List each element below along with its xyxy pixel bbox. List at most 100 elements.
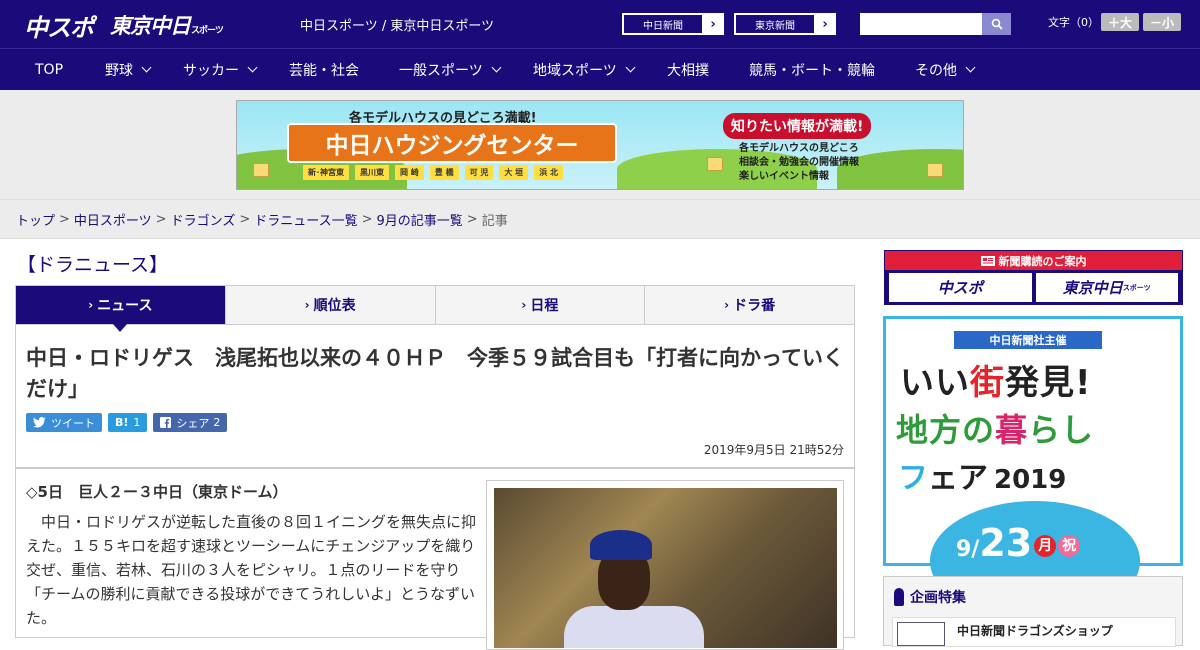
nav-label: 芸能・社会 (289, 62, 359, 79)
hatena-count: 1 (133, 416, 141, 429)
breadcrumb-current: 記事 (481, 213, 508, 229)
breadcrumb-link[interactable]: トップ (16, 210, 55, 229)
chevron-right-icon: › (304, 298, 310, 312)
nav-item-baseball[interactable]: 野球 (105, 49, 152, 90)
feature-thumbnail (897, 622, 945, 646)
facebook-share-button[interactable]: シェア 2 (153, 413, 228, 432)
chevron-right-icon: › (521, 298, 527, 312)
facebook-share-label: シェア (176, 416, 210, 430)
tab-label: 日程 (530, 298, 559, 314)
ad-text: 暮 (995, 411, 1029, 449)
chevron-right-icon: › (822, 16, 828, 32)
font-size-increase-button[interactable]: ＋大 (1101, 13, 1139, 31)
ad-text: ェア (928, 461, 988, 496)
nav-item-soccer[interactable]: サッカー (183, 49, 258, 90)
ad-headline-line1: いい街発見! (900, 355, 1092, 404)
tab-label: 順位表 (313, 298, 356, 314)
nav-label: サッカー (183, 62, 239, 79)
subscribe-tokyo-chunichi-logo: 東京中日 (1062, 279, 1123, 297)
nav-item-other[interactable]: その他 (915, 49, 976, 90)
tab-dragons-reporter[interactable]: › ドラ番 (645, 286, 854, 324)
article-header: 中日・ロドリゲス 浅尾拓也以来の４０ＨＰ 今季５９試合目も「打者に向かっていくだ… (15, 325, 855, 468)
chuspo-logo[interactable]: 中スポ (24, 8, 94, 43)
ad-town: 大 垣 (499, 165, 529, 180)
breadcrumb-separator: > (466, 211, 478, 227)
subscription-box: 新聞購読のご案内 中スポ 東京中日 スポーツ (884, 250, 1183, 305)
ad-main-title: 中日ハウジングセンター (287, 123, 617, 163)
subscription-header-label: 新聞購読のご案内 (998, 254, 1087, 268)
search-input[interactable] (860, 13, 982, 35)
feature-item-label: 中日新聞ドラゴンズショップ (957, 624, 1113, 638)
main-nav: TOP 野球 サッカー 芸能・社会 一般スポーツ 地域スポーツ 大相撲 競馬・ボ… (0, 48, 1200, 90)
subscribe-tokyo-chunichi-button[interactable]: 東京中日 スポーツ (1035, 273, 1178, 302)
tweet-button[interactable]: ツイート (26, 413, 102, 432)
feature-item[interactable]: 中日新聞ドラゴンズショップ (892, 617, 1176, 647)
ad-date-weekday: 月 (1034, 535, 1057, 557)
housing-center-ad[interactable]: 各モデルハウスの見どころ満載! 中日ハウジングセンター 新･神宮東 黒川東 岡 … (236, 100, 964, 190)
ad-town: 浜 北 (534, 165, 563, 180)
ad-town: 新･神宮東 (303, 165, 349, 180)
hatena-icon: B! (115, 416, 129, 429)
font-size-decrease-button[interactable]: －小 (1143, 13, 1181, 31)
tokyo-chunichi-logo[interactable]: 東京中日スポーツ (110, 10, 224, 40)
chevron-right-icon: › (88, 298, 94, 312)
article-photo[interactable] (494, 488, 837, 648)
ad-town: 可 児 (464, 165, 494, 180)
ad-date-month: 9/ (956, 537, 980, 562)
ad-town: 岡 崎 (395, 165, 424, 180)
breadcrumb-link[interactable]: 中日スポーツ (74, 210, 152, 229)
publish-date: 2019年9月5日 21時52分 (703, 443, 844, 457)
tab-standings[interactable]: › 順位表 (226, 286, 436, 324)
search-icon (991, 18, 1003, 30)
tab-schedule[interactable]: › 日程 (436, 286, 646, 324)
chevron-down-icon (491, 62, 502, 73)
town-discovery-fair-ad[interactable]: 中日新聞社主催 いい街発見! 地方の暮らし フェア 2019 9/23 月祝 (883, 316, 1183, 621)
nav-label: その他 (915, 62, 957, 79)
ad-town: 豊 橋 (429, 165, 459, 180)
chevron-down-icon (141, 62, 152, 73)
section-title: 【ドラニュース】 (17, 254, 169, 276)
tab-news[interactable]: › ニュース (16, 286, 226, 332)
top-header: 中スポ 東京中日スポーツ 中日スポーツ / 東京中日スポーツ 中日新聞 › 東京… (0, 0, 1200, 48)
hatena-bookmark-button[interactable]: B! 1 (108, 413, 148, 432)
breadcrumb-link[interactable]: ドラゴンズ (171, 210, 236, 229)
house-icon (253, 163, 269, 177)
breadcrumb-link[interactable]: ドラニュース一覧 (254, 210, 357, 229)
article-body: ◇5日 巨人２ー３中日（東京ドーム） 中日・ロドリゲスが逆転した直後の８回１イニ… (15, 468, 855, 650)
nav-label: 一般スポーツ (399, 62, 483, 79)
nav-item-local-sports[interactable]: 地域スポーツ (533, 49, 636, 90)
breadcrumb-link[interactable]: 9月の記事一覧 (377, 210, 463, 229)
ad-date-day: 23 (979, 521, 1033, 565)
ad-right-line: 各モデルハウスの見どころ (739, 143, 859, 154)
pin-icon (894, 588, 904, 606)
ad-headline-line2: 地方の暮らし (896, 405, 1094, 451)
nav-item-sumo[interactable]: 大相撲 (667, 49, 709, 90)
tweet-label: ツイート (51, 416, 95, 430)
chunichi-shimbun-link[interactable]: 中日新聞 › (622, 13, 724, 35)
ad-headline-line3: フェア 2019 (898, 453, 1066, 497)
ad-text: 街 (970, 363, 1005, 403)
chevron-right-icon: › (710, 16, 716, 32)
ad-year: 2019 (994, 465, 1067, 495)
article-body-text: 中日・ロドリゲスが逆転した直後の８回１イニングを無失点に抑えた。１５５キロを超す… (26, 513, 477, 627)
search-button[interactable] (982, 13, 1011, 35)
font-size-label: 文字（0） (1048, 16, 1099, 29)
tokyo-shimbun-link[interactable]: 東京新聞 › (734, 13, 836, 35)
nav-label: 大相撲 (667, 62, 709, 79)
banner-area: 各モデルハウスの見どころ満載! 中日ハウジングセンター 新･神宮東 黒川東 岡 … (0, 90, 1200, 200)
ad-text: 地方の (896, 411, 996, 449)
nav-label: 地域スポーツ (533, 62, 617, 79)
subscribe-chuspo-button[interactable]: 中スポ (889, 273, 1032, 302)
nav-item-general-sports[interactable]: 一般スポーツ (399, 49, 502, 90)
ad-right-line: 楽しいイベント情報 (739, 171, 829, 182)
subscription-logos: 中スポ 東京中日 スポーツ (885, 270, 1182, 305)
nav-item-racing[interactable]: 競馬・ボート・競輪 (749, 49, 875, 90)
tab-label: ニュース (97, 298, 153, 314)
ad-text: いい (900, 363, 970, 403)
tokyo-chunichi-logo-suffix: スポーツ (191, 26, 224, 36)
nav-item-top[interactable]: TOP (35, 49, 63, 90)
tokyo-shimbun-label: 東京新聞 (735, 14, 815, 34)
nav-item-entertainment[interactable]: 芸能・社会 (289, 49, 359, 90)
house-icon (927, 163, 943, 177)
chevron-down-icon (965, 62, 976, 73)
